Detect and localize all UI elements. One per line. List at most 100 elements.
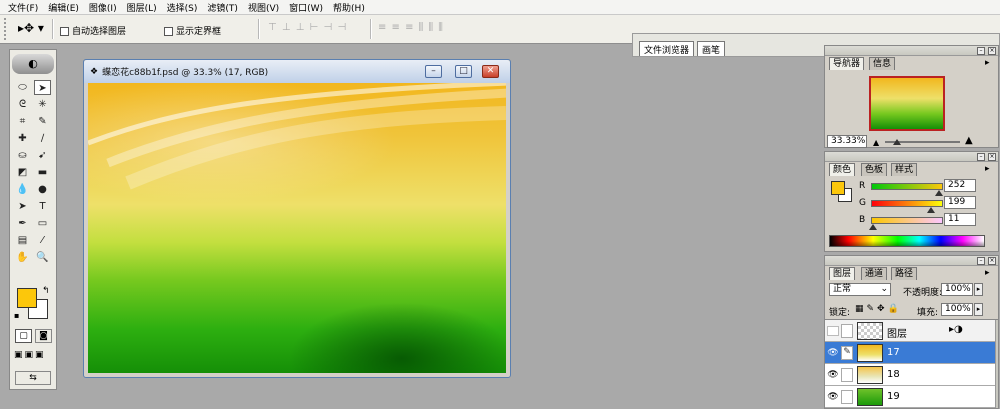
menu-view[interactable]: 视图(V) xyxy=(248,1,279,14)
channel-g-thumb[interactable] xyxy=(927,207,935,213)
tab-layers[interactable]: 图层 xyxy=(829,267,856,280)
lock-options-icon[interactable]: ▦✎✥🔒 xyxy=(855,304,902,314)
gradient-tool-icon[interactable]: ▬ xyxy=(34,165,51,180)
navigator-titlebar[interactable] xyxy=(825,46,998,56)
panel-minimize-button[interactable]: – xyxy=(977,257,985,265)
show-bounds-option[interactable]: 显示定界框 xyxy=(164,24,221,37)
zoom-in-icon[interactable]: ▲ xyxy=(965,135,973,146)
channel-r-thumb[interactable] xyxy=(935,190,943,196)
standard-mode-icon[interactable]: ▢ xyxy=(15,329,32,343)
tab-file-browser[interactable]: 文件浏览器 xyxy=(639,41,695,56)
panel-menu-arrow-icon[interactable]: ▸ xyxy=(985,268,990,278)
eye-icon[interactable]: 👁 xyxy=(827,392,839,402)
layers-scrollbar[interactable] xyxy=(995,320,998,408)
menu-help[interactable]: 帮助(H) xyxy=(333,1,365,14)
channel-b-thumb[interactable] xyxy=(869,224,877,230)
quick-mask-icon[interactable]: ◙ xyxy=(35,329,52,343)
layer-row[interactable]: 👁 18 xyxy=(825,364,995,386)
options-grip[interactable] xyxy=(4,18,9,40)
auto-select-option[interactable]: 自动选择图层 xyxy=(60,24,126,37)
navigator-thumbnail[interactable] xyxy=(869,76,945,131)
eye-icon[interactable]: 👁 xyxy=(827,370,839,380)
brush-tool-icon[interactable]: ∕ xyxy=(34,131,51,146)
slice-tool-icon[interactable]: ✎ xyxy=(34,114,51,129)
panel-minimize-button[interactable]: – xyxy=(977,153,985,161)
panel-close-button[interactable]: × xyxy=(988,153,996,161)
document-title-bar[interactable]: ❖ 蝶恋花c88b1f.psd @ 33.3% (17, RGB) xyxy=(84,60,510,83)
navigator-zoom-field[interactable]: 33.33% xyxy=(827,135,867,148)
menu-window[interactable]: 窗口(W) xyxy=(289,1,323,14)
tab-color[interactable]: 颜色 xyxy=(829,163,856,176)
channel-r-value[interactable]: 252 xyxy=(944,179,976,192)
opacity-field[interactable]: 100% xyxy=(941,283,973,296)
swap-colors-icon[interactable]: ↰ xyxy=(42,286,50,296)
panel-minimize-button[interactable]: – xyxy=(977,47,985,55)
image-canvas[interactable] xyxy=(88,83,506,373)
path-select-icon[interactable]: ➤ xyxy=(14,199,31,214)
menu-edit[interactable]: 编辑(E) xyxy=(48,1,79,14)
default-colors-icon[interactable]: ▪ xyxy=(14,311,19,320)
menu-file[interactable]: 文件(F) xyxy=(8,1,38,14)
navigator-zoom-thumb[interactable] xyxy=(893,139,901,145)
layer-style-icon[interactable]: ▸◑ xyxy=(949,324,963,335)
zoom-out-icon[interactable]: ▲ xyxy=(873,138,879,147)
fill-arrow-icon[interactable]: ▸ xyxy=(974,303,983,316)
channel-b-value[interactable]: 11 xyxy=(944,213,976,226)
close-button[interactable]: ✕ xyxy=(482,65,499,78)
healing-brush-icon[interactable]: ✚ xyxy=(14,131,31,146)
crop-tool-icon[interactable]: ⌗ xyxy=(14,114,31,129)
channel-b-slider[interactable] xyxy=(871,217,943,224)
opacity-arrow-icon[interactable]: ▸ xyxy=(974,283,983,296)
panel-close-button[interactable]: × xyxy=(988,47,996,55)
tab-navigator[interactable]: 导航器 xyxy=(829,57,865,70)
eraser-tool-icon[interactable]: ◩ xyxy=(14,165,31,180)
marquee-tool-icon[interactable]: ⬭ xyxy=(14,80,31,95)
lasso-tool-icon[interactable]: ᘓ xyxy=(14,97,31,112)
align-buttons-icon[interactable]: ⊤ ⊥ ⊥ ⊢ ⊣ ⊣ xyxy=(268,22,347,33)
tab-info[interactable]: 信息 xyxy=(869,57,896,70)
jump-to-imageready-icon[interactable]: ⇆ xyxy=(15,371,51,385)
adobe-online-icon[interactable]: ◐ xyxy=(12,54,54,74)
zoom-tool-icon[interactable]: 🔍 xyxy=(34,250,51,265)
color-foreground-swatch[interactable] xyxy=(831,181,845,195)
blur-tool-icon[interactable]: 💧 xyxy=(14,182,31,197)
tab-channels[interactable]: 通道 xyxy=(861,267,888,280)
menu-filter[interactable]: 滤镜(T) xyxy=(207,1,238,14)
panel-close-button[interactable]: × xyxy=(988,257,996,265)
foreground-color-swatch[interactable] xyxy=(17,288,37,308)
link-toggle[interactable] xyxy=(841,324,853,338)
tab-paths[interactable]: 路径 xyxy=(891,267,918,280)
layers-titlebar[interactable] xyxy=(825,256,998,266)
auto-select-checkbox[interactable] xyxy=(60,26,69,36)
distribute-buttons-icon[interactable]: ≡ ≡ ≡ ⫼ ⫼ ⫼ xyxy=(378,22,444,33)
tab-styles[interactable]: 样式 xyxy=(891,163,918,176)
layer-row[interactable]: 图层 ▸◑ xyxy=(825,320,995,342)
eyedropper-icon[interactable]: ⁄ xyxy=(34,233,51,248)
layer-row[interactable]: 👁 19 xyxy=(825,386,995,408)
history-brush-icon[interactable]: ➹ xyxy=(34,148,51,163)
move-tool-preset-icon[interactable]: ▸✥ ▾ xyxy=(18,21,44,35)
menu-select[interactable]: 选择(S) xyxy=(167,1,198,14)
layer-row[interactable]: 👁 ✎ 17 xyxy=(825,342,995,364)
panel-menu-arrow-icon[interactable]: ▸ xyxy=(985,58,990,68)
dodge-tool-icon[interactable]: ● xyxy=(34,182,51,197)
screen-mode-icons[interactable]: ▣▣▣ xyxy=(14,350,46,360)
type-tool-icon[interactable]: T xyxy=(34,199,51,214)
tab-brushes[interactable]: 画笔 xyxy=(697,41,726,56)
notes-tool-icon[interactable]: ▤ xyxy=(14,233,31,248)
minimize-button[interactable]: – xyxy=(425,65,442,78)
magic-wand-icon[interactable]: ✳ xyxy=(34,97,51,112)
panel-menu-arrow-icon[interactable]: ▸ xyxy=(985,164,990,174)
channel-g-value[interactable]: 199 xyxy=(944,196,976,209)
show-bounds-checkbox[interactable] xyxy=(164,26,173,36)
tab-swatches[interactable]: 色板 xyxy=(861,163,888,176)
shape-tool-icon[interactable]: ▭ xyxy=(34,216,51,231)
channel-r-slider[interactable] xyxy=(871,183,943,190)
hand-tool-icon[interactable]: ✋ xyxy=(14,250,31,265)
blend-mode-select[interactable]: 正常 ⌄ xyxy=(829,283,891,296)
color-titlebar[interactable] xyxy=(825,152,998,162)
pen-tool-icon[interactable]: ✒ xyxy=(14,216,31,231)
channel-g-slider[interactable] xyxy=(871,200,943,207)
clone-stamp-icon[interactable]: ⛀ xyxy=(14,148,31,163)
eye-icon[interactable]: 👁 xyxy=(827,348,839,358)
